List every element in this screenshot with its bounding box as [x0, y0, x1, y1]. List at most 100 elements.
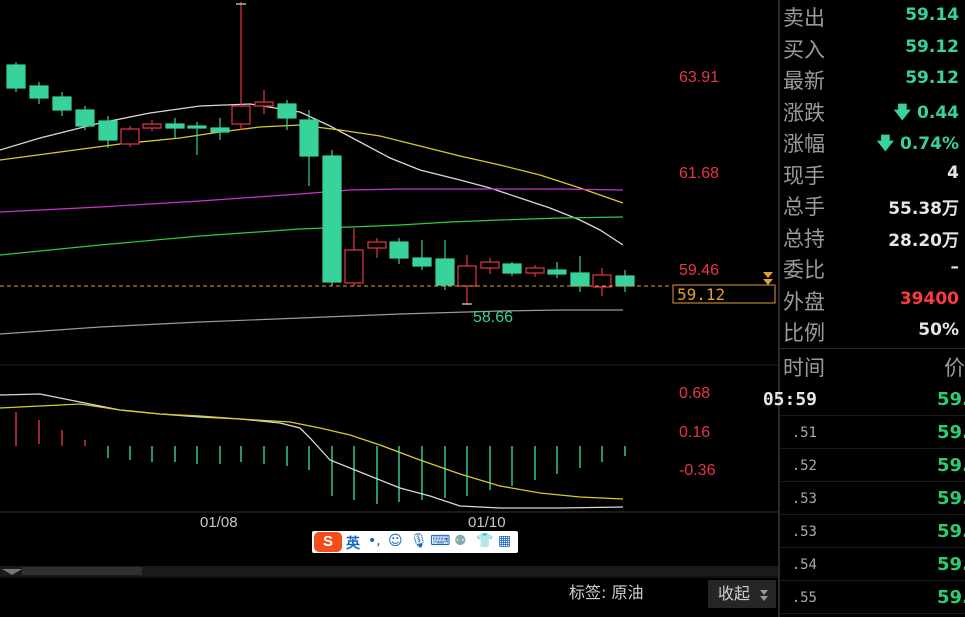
- emoji-icon[interactable]: ☺: [388, 533, 403, 549]
- tick-time: .53: [791, 524, 817, 540]
- tick-price: 59.: [937, 554, 965, 575]
- quote-label: 总持: [783, 226, 825, 251]
- price-label-mid: 61.68: [679, 165, 719, 182]
- quote-label: 外盘: [783, 289, 825, 314]
- tick-price: 59.: [937, 488, 965, 509]
- quote-value: 59.12: [905, 68, 959, 88]
- candle-body: [525, 267, 545, 274]
- keyboard-icon[interactable]: ⌨: [430, 533, 450, 549]
- date-label-0108: 01/08: [200, 514, 238, 531]
- candle-body: [120, 128, 140, 145]
- candle-body: [6, 64, 26, 89]
- tick-price: 59.: [937, 389, 965, 410]
- candle-body: [547, 269, 567, 275]
- quote-row: 总持 28.20万: [780, 221, 965, 252]
- quote-value: 28.20万: [888, 230, 959, 251]
- candle-body: [254, 101, 274, 107]
- skin-icon[interactable]: 👕: [476, 533, 493, 549]
- candle-body: [344, 249, 364, 284]
- user-icon[interactable]: ⚉: [454, 533, 467, 549]
- candle-body: [98, 120, 118, 141]
- ma-green-line: [0, 216, 624, 256]
- candle-body: [165, 123, 185, 129]
- quote-row: 涨幅 🡇 0.74%: [780, 126, 965, 157]
- price-arrow-icon-2: [763, 279, 773, 285]
- quote-label: 比例: [783, 321, 825, 345]
- candle-body: [52, 96, 72, 111]
- quote-value: 39400: [899, 288, 959, 309]
- quote-value: 59.14: [905, 5, 959, 25]
- quote-row: 买入 59.12: [780, 32, 965, 63]
- date-label-0110: 01/10: [468, 514, 506, 531]
- candle-body: [75, 109, 95, 127]
- macd-dea-line: [0, 403, 624, 500]
- quote-value: –: [950, 257, 960, 277]
- candlestick-group: [6, 2, 635, 305]
- tick-time: .55: [791, 590, 817, 606]
- candle-body: [480, 261, 500, 269]
- quote-value: 🡇 0.44: [893, 102, 959, 123]
- kline-chart[interactable]: 63.91 61.68 59.46 59.12 58.66 0.68 0.16 …: [0, 0, 778, 617]
- candle-body: [277, 103, 297, 119]
- tick-time: 05:59: [762, 389, 817, 410]
- tick-row[interactable]: 05:59 59.: [763, 383, 965, 416]
- ticks-header-time: 时间: [783, 356, 825, 380]
- quote-value: 🡇 0.74%: [876, 134, 959, 154]
- collapse-button[interactable]: 收起: [718, 584, 750, 603]
- toolbox-icon[interactable]: ▦: [498, 533, 511, 549]
- tick-price: 59.: [937, 422, 965, 443]
- candle-body: [231, 105, 251, 125]
- candle-body: [142, 123, 162, 129]
- tick-row[interactable]: .51 59.: [780, 416, 965, 449]
- candle-body: [412, 257, 432, 267]
- candle-body: [210, 127, 230, 133]
- punctuation-icon[interactable]: •,: [368, 533, 381, 549]
- tick-row[interactable]: .54 59.: [780, 548, 965, 581]
- quote-row: 总手 55.38万: [780, 189, 965, 220]
- ticks-header: 时间 价: [780, 350, 965, 381]
- candle-body: [389, 241, 409, 259]
- quote-value: 55.38万: [888, 199, 959, 219]
- quote-label: 总手: [783, 195, 825, 219]
- tick-row[interactable]: .55 59.: [780, 581, 965, 614]
- quote-label: 委比: [783, 258, 825, 282]
- candle-body: [322, 155, 342, 283]
- chart-scrollbar-thumb[interactable]: [22, 567, 142, 575]
- ticks-header-price: 价: [944, 356, 965, 380]
- quote-row: 最新 59.12: [780, 63, 965, 94]
- tick-price: 59.: [937, 521, 965, 542]
- quote-label: 涨幅: [783, 132, 825, 156]
- tick-time: .53: [791, 491, 817, 507]
- tick-row[interactable]: .53 59.: [780, 482, 965, 515]
- voice-icon[interactable]: 🎙: [410, 533, 428, 549]
- macd-label-low: -0.36: [679, 462, 716, 479]
- price-arrow-icon: [763, 272, 773, 278]
- macd-label-high: 0.68: [679, 385, 710, 402]
- macd-label-mid: 0.16: [679, 424, 710, 441]
- quote-row: 外盘 39400: [780, 284, 965, 315]
- candle-body: [502, 263, 522, 274]
- ime-toolbar[interactable]: S 英 •, ☺ 🎙 ⌨ ⚉ 👕 ▦: [312, 531, 518, 553]
- candle-body: [29, 85, 49, 99]
- quote-divider: [780, 348, 965, 349]
- tick-row[interactable]: .53 59.: [780, 515, 965, 548]
- price-label-high: 63.91: [679, 69, 719, 86]
- tick-price: 59.: [937, 455, 965, 476]
- quote-value: 4: [947, 162, 959, 183]
- macd-histogram: [15, 412, 626, 504]
- quote-row: 涨跌 🡇 0.44: [780, 95, 965, 126]
- candle-body: [367, 241, 387, 249]
- ma-gray-line: [0, 309, 623, 335]
- candle-body: [435, 258, 455, 286]
- price-label-low: 59.46: [679, 262, 719, 279]
- candle-body: [592, 274, 612, 288]
- quote-row: 委比 –: [780, 252, 965, 283]
- candle-body: [570, 272, 590, 287]
- quote-row: 比例 50%: [780, 315, 965, 346]
- candle-body: [615, 275, 635, 287]
- tick-row[interactable]: .52 59.: [780, 449, 965, 482]
- sogou-logo-icon[interactable]: S: [314, 532, 342, 552]
- quote-label: 卖出: [783, 6, 825, 30]
- tick-time: .54: [791, 557, 817, 573]
- ime-lang-toggle[interactable]: 英: [346, 533, 360, 553]
